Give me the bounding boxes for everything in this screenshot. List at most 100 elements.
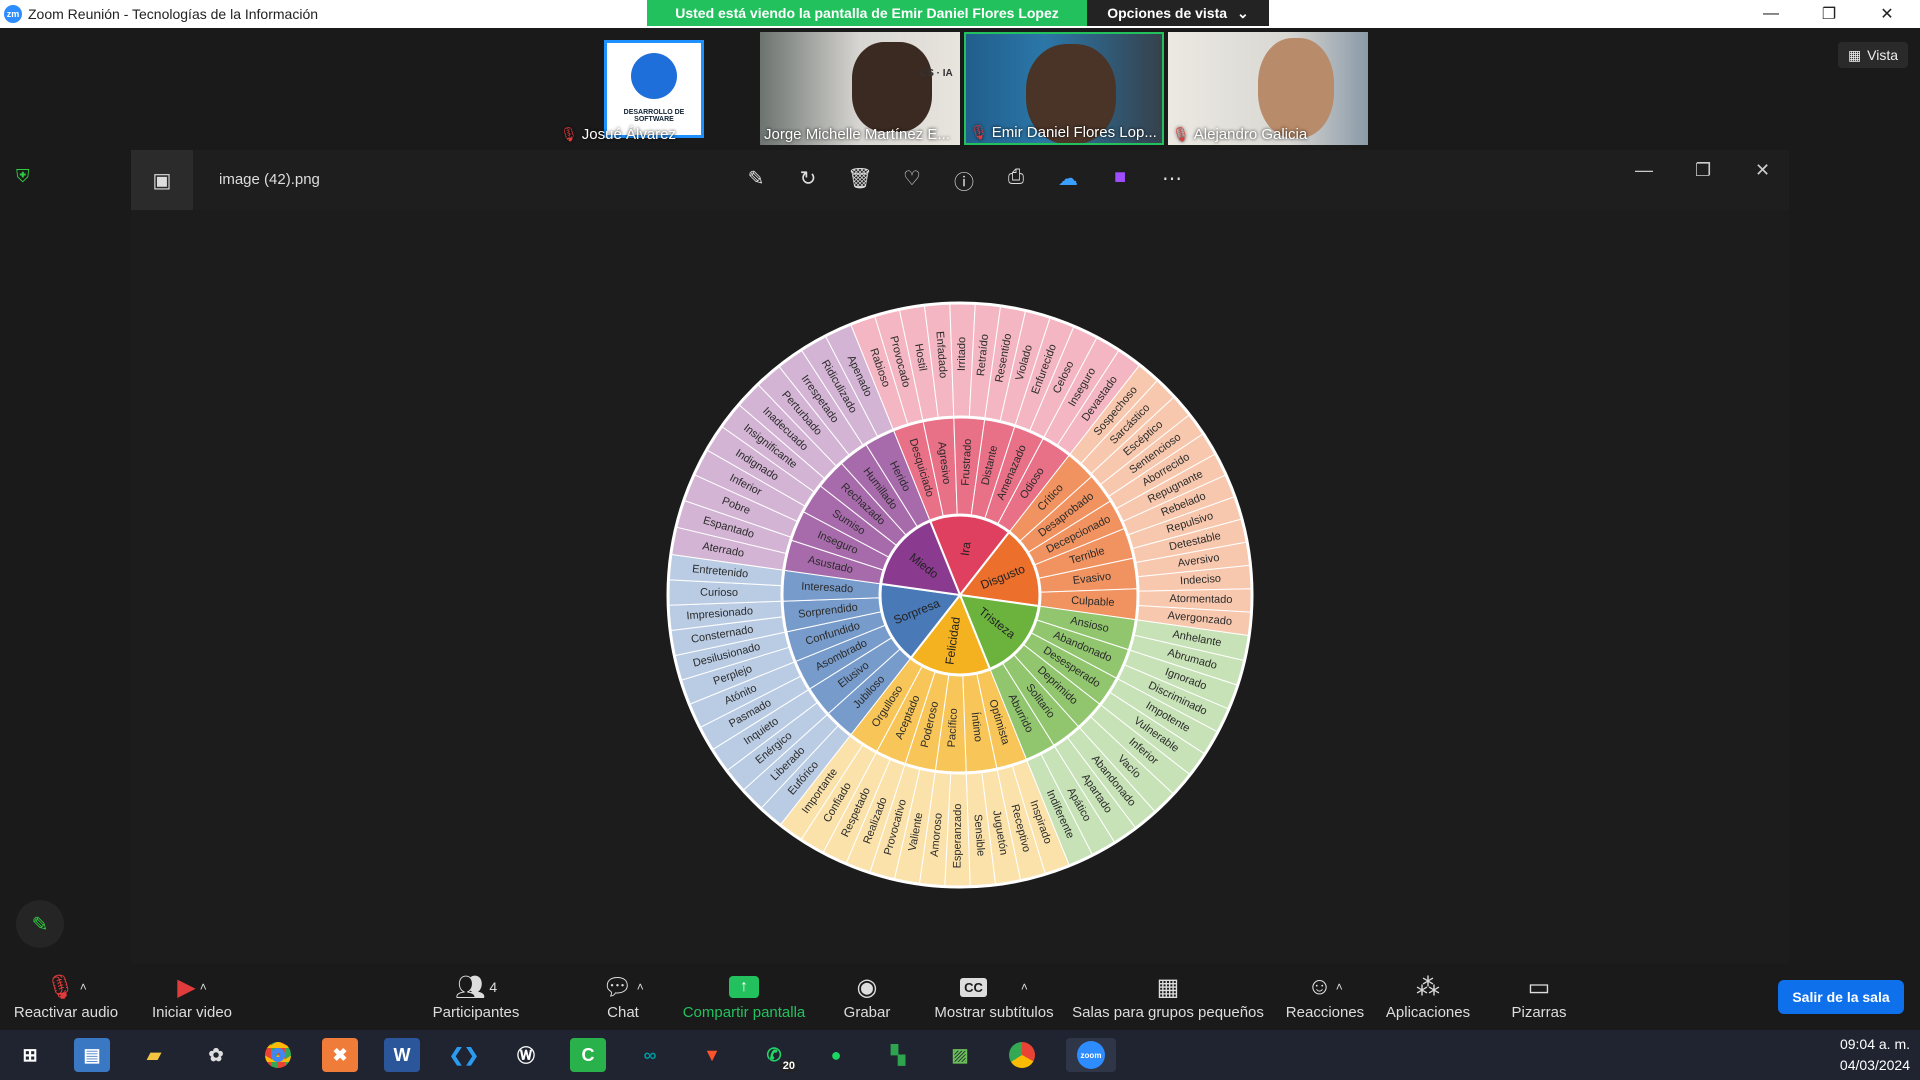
participant-tile[interactable]: 🎙︎ Alejandro Galicia — [1168, 32, 1368, 145]
edit-image-icon[interactable]: ✎ — [741, 166, 771, 195]
outer-emotion-label: Curioso — [700, 587, 738, 599]
participant-count: 4 — [489, 979, 498, 995]
captions-button[interactable]: CC ˄ Mostrar subtítulos — [924, 972, 1064, 1021]
leave-meeting-button[interactable]: Salir de la sala — [1778, 980, 1904, 1014]
favorite-icon[interactable]: ♡ — [897, 166, 927, 195]
captions-label: Mostrar subtítulos — [934, 1004, 1054, 1021]
apps-icon: ⁂ — [1416, 973, 1440, 1001]
share-banner-text: Usted está viendo la pantalla de Emir Da… — [647, 0, 1087, 26]
camtasia-icon[interactable]: C — [570, 1038, 606, 1072]
mic-off-icon: 🎙︎ — [45, 973, 76, 1001]
brave-icon[interactable]: ▼ — [694, 1038, 730, 1072]
apps-button[interactable]: ⁂ Aplicaciones — [1382, 972, 1474, 1022]
rotate-icon[interactable]: ↻ — [793, 166, 823, 195]
outer-emotion-label: Irritado — [956, 337, 968, 371]
chevron-down-icon: ⌄ — [1237, 4, 1249, 21]
participant-tile[interactable]: 🎙︎ Emir Daniel Flores Lop... — [964, 32, 1164, 145]
file-explorer-icon[interactable]: ▰ — [136, 1038, 172, 1072]
breakout-icon: ▦ — [1156, 973, 1180, 1001]
outer-emotion-label: Indeciso — [1180, 573, 1222, 588]
unmute-audio-button[interactable]: 🎙︎ ˄ Reactivar audio — [8, 972, 124, 1022]
more-options-icon[interactable]: ⋯ — [1157, 166, 1187, 195]
outer-emotion-label: Esperanzado — [952, 804, 965, 869]
close-button[interactable]: ✕ — [1858, 0, 1916, 28]
meeting-toolbar: 🎙︎ ˄ Reactivar audio ▶ ˄ Iniciar video 👥︎ 4 Pa… — [0, 964, 1920, 1030]
file-name: image (42).png — [219, 171, 320, 188]
chrome-profile-icon[interactable] — [1004, 1038, 1040, 1072]
whiteboards-button[interactable]: ▭ Pizarras — [1504, 972, 1574, 1022]
grid-icon: ▦ — [1847, 46, 1862, 63]
minimize-button[interactable]: — — [1742, 0, 1800, 28]
onedrive-icon[interactable]: ☁ — [1053, 166, 1083, 195]
participants-button[interactable]: 👥︎ 4 Participantes — [426, 972, 526, 1022]
print-icon[interactable]: ⎙ — [1001, 166, 1031, 195]
whatsapp-icon[interactable]: ✆ 20 — [756, 1038, 798, 1072]
breakout-rooms-button[interactable]: ▦ Salas para grupos pequeños — [1070, 972, 1266, 1022]
share-screen-label: Compartir pantalla — [682, 1004, 806, 1021]
participant-tile[interactable]: DESARROLLO DE SOFTWARE 🎙︎ Josué Álvarez — [556, 32, 756, 145]
share-screen-button[interactable]: ↑ Compartir pantalla — [676, 972, 812, 1021]
arduino-icon[interactable]: ∞ — [632, 1038, 668, 1072]
reactions-label: Reacciones — [1285, 1004, 1365, 1021]
breakout-rooms-label: Salas para grupos pequeños — [1072, 1004, 1264, 1021]
chat-icon: 💬︎ — [602, 973, 633, 1001]
viewer-close-button[interactable]: ✕ — [1755, 160, 1770, 181]
participant-name: Jorge Michelle Martínez E... — [764, 126, 950, 143]
wall-sign: CS · IA — [920, 68, 953, 79]
chrome-icon[interactable] — [260, 1038, 296, 1072]
annotate-pen-icon[interactable]: ✎ — [16, 900, 64, 948]
viewer-minimize-button[interactable]: — — [1635, 160, 1653, 181]
emotion-wheel-image: RabiosoProvocado Hostil Enfadado Irritado Re… — [666, 301, 1254, 889]
reactions-icon: ☺ — [1307, 973, 1332, 1000]
core-emotion-label: Ira — [958, 541, 974, 557]
viewer-maximize-button[interactable]: ❐ — [1695, 160, 1711, 181]
unmute-audio-label: Reactivar audio — [13, 1004, 119, 1021]
info-icon[interactable]: ⓘ — [949, 166, 979, 195]
middle-emotion-label: Pacífico — [946, 708, 960, 748]
participant-name: 🎙︎ Emir Daniel Flores Lop... — [970, 124, 1157, 141]
participant-video — [1258, 38, 1334, 138]
zoom-logo-icon: zm — [4, 5, 22, 23]
participant-strip: DESARROLLO DE SOFTWARE 🎙︎ Josué Álvarez C… — [556, 32, 1368, 145]
start-video-label: Iniciar video — [151, 1004, 233, 1021]
chat-app-icon[interactable]: ▚ — [880, 1038, 916, 1072]
start-video-button[interactable]: ▶ ˄ Iniciar video — [142, 972, 242, 1022]
view-layout-button[interactable]: ▦ Vista — [1838, 42, 1908, 68]
chat-button[interactable]: 💬︎ ˄ Chat — [588, 972, 658, 1022]
windows-start-icon[interactable]: ⊞ — [12, 1038, 48, 1072]
maximize-button[interactable]: ❐ — [1800, 0, 1858, 28]
app-w-icon[interactable]: Ⓦ — [508, 1038, 544, 1072]
participants-icon: 👥︎ — [454, 973, 486, 1001]
image-app-icon[interactable]: ▨ — [942, 1038, 978, 1072]
xampp-icon[interactable]: ✖ — [322, 1038, 358, 1072]
middle-emotion-label: Frustrado — [960, 438, 974, 486]
view-options-label: Opciones de vista — [1107, 5, 1228, 21]
mic-off-icon: 🎙︎ — [560, 126, 578, 142]
record-label: Grabar — [843, 1004, 891, 1021]
security-shield-icon[interactable]: ⛨ — [16, 166, 34, 186]
participant-video — [852, 42, 932, 132]
spotify-icon[interactable]: ● — [818, 1038, 854, 1072]
whiteboards-label: Pizarras — [1511, 1004, 1567, 1021]
photos-app-icon[interactable]: ▣ — [131, 150, 193, 210]
word-icon[interactable]: W — [384, 1038, 420, 1072]
widgets-icon[interactable]: ▤ — [74, 1038, 110, 1072]
app-icon[interactable]: ✿ — [198, 1038, 234, 1072]
clipchamp-icon[interactable]: ■ — [1105, 166, 1135, 195]
chat-label: Chat — [607, 1004, 639, 1021]
whiteboard-icon: ▭ — [1527, 973, 1551, 1001]
participant-tile[interactable]: CS · IA Jorge Michelle Martínez E... — [760, 32, 960, 145]
video-off-icon: ▶ — [177, 973, 196, 1001]
system-clock: 09:04 a. m. 04/03/2024 — [1840, 1034, 1910, 1076]
zoom-taskbar-icon[interactable]: zoom — [1066, 1038, 1116, 1072]
vscode-icon[interactable]: ❮❯ — [446, 1038, 482, 1072]
viewer-tools: ✎ ↻ 🗑︎ ♡ ⓘ ⎙ ☁ ■ ⋯ — [741, 166, 1187, 195]
participants-label: Participantes — [432, 1004, 520, 1021]
reactions-button[interactable]: ☺ ˄ Reacciones — [1282, 972, 1368, 1021]
record-button[interactable]: ◉ Grabar — [830, 972, 904, 1022]
window-title: Zoom Reunión - Tecnologías de la Informa… — [28, 6, 319, 22]
mic-off-icon: 🎙︎ — [1172, 126, 1190, 142]
view-options-button[interactable]: Opciones de vista ⌄ — [1087, 0, 1269, 26]
clock-time: 09:04 a. m. — [1839, 1036, 1910, 1052]
delete-icon[interactable]: 🗑︎ — [845, 166, 875, 195]
